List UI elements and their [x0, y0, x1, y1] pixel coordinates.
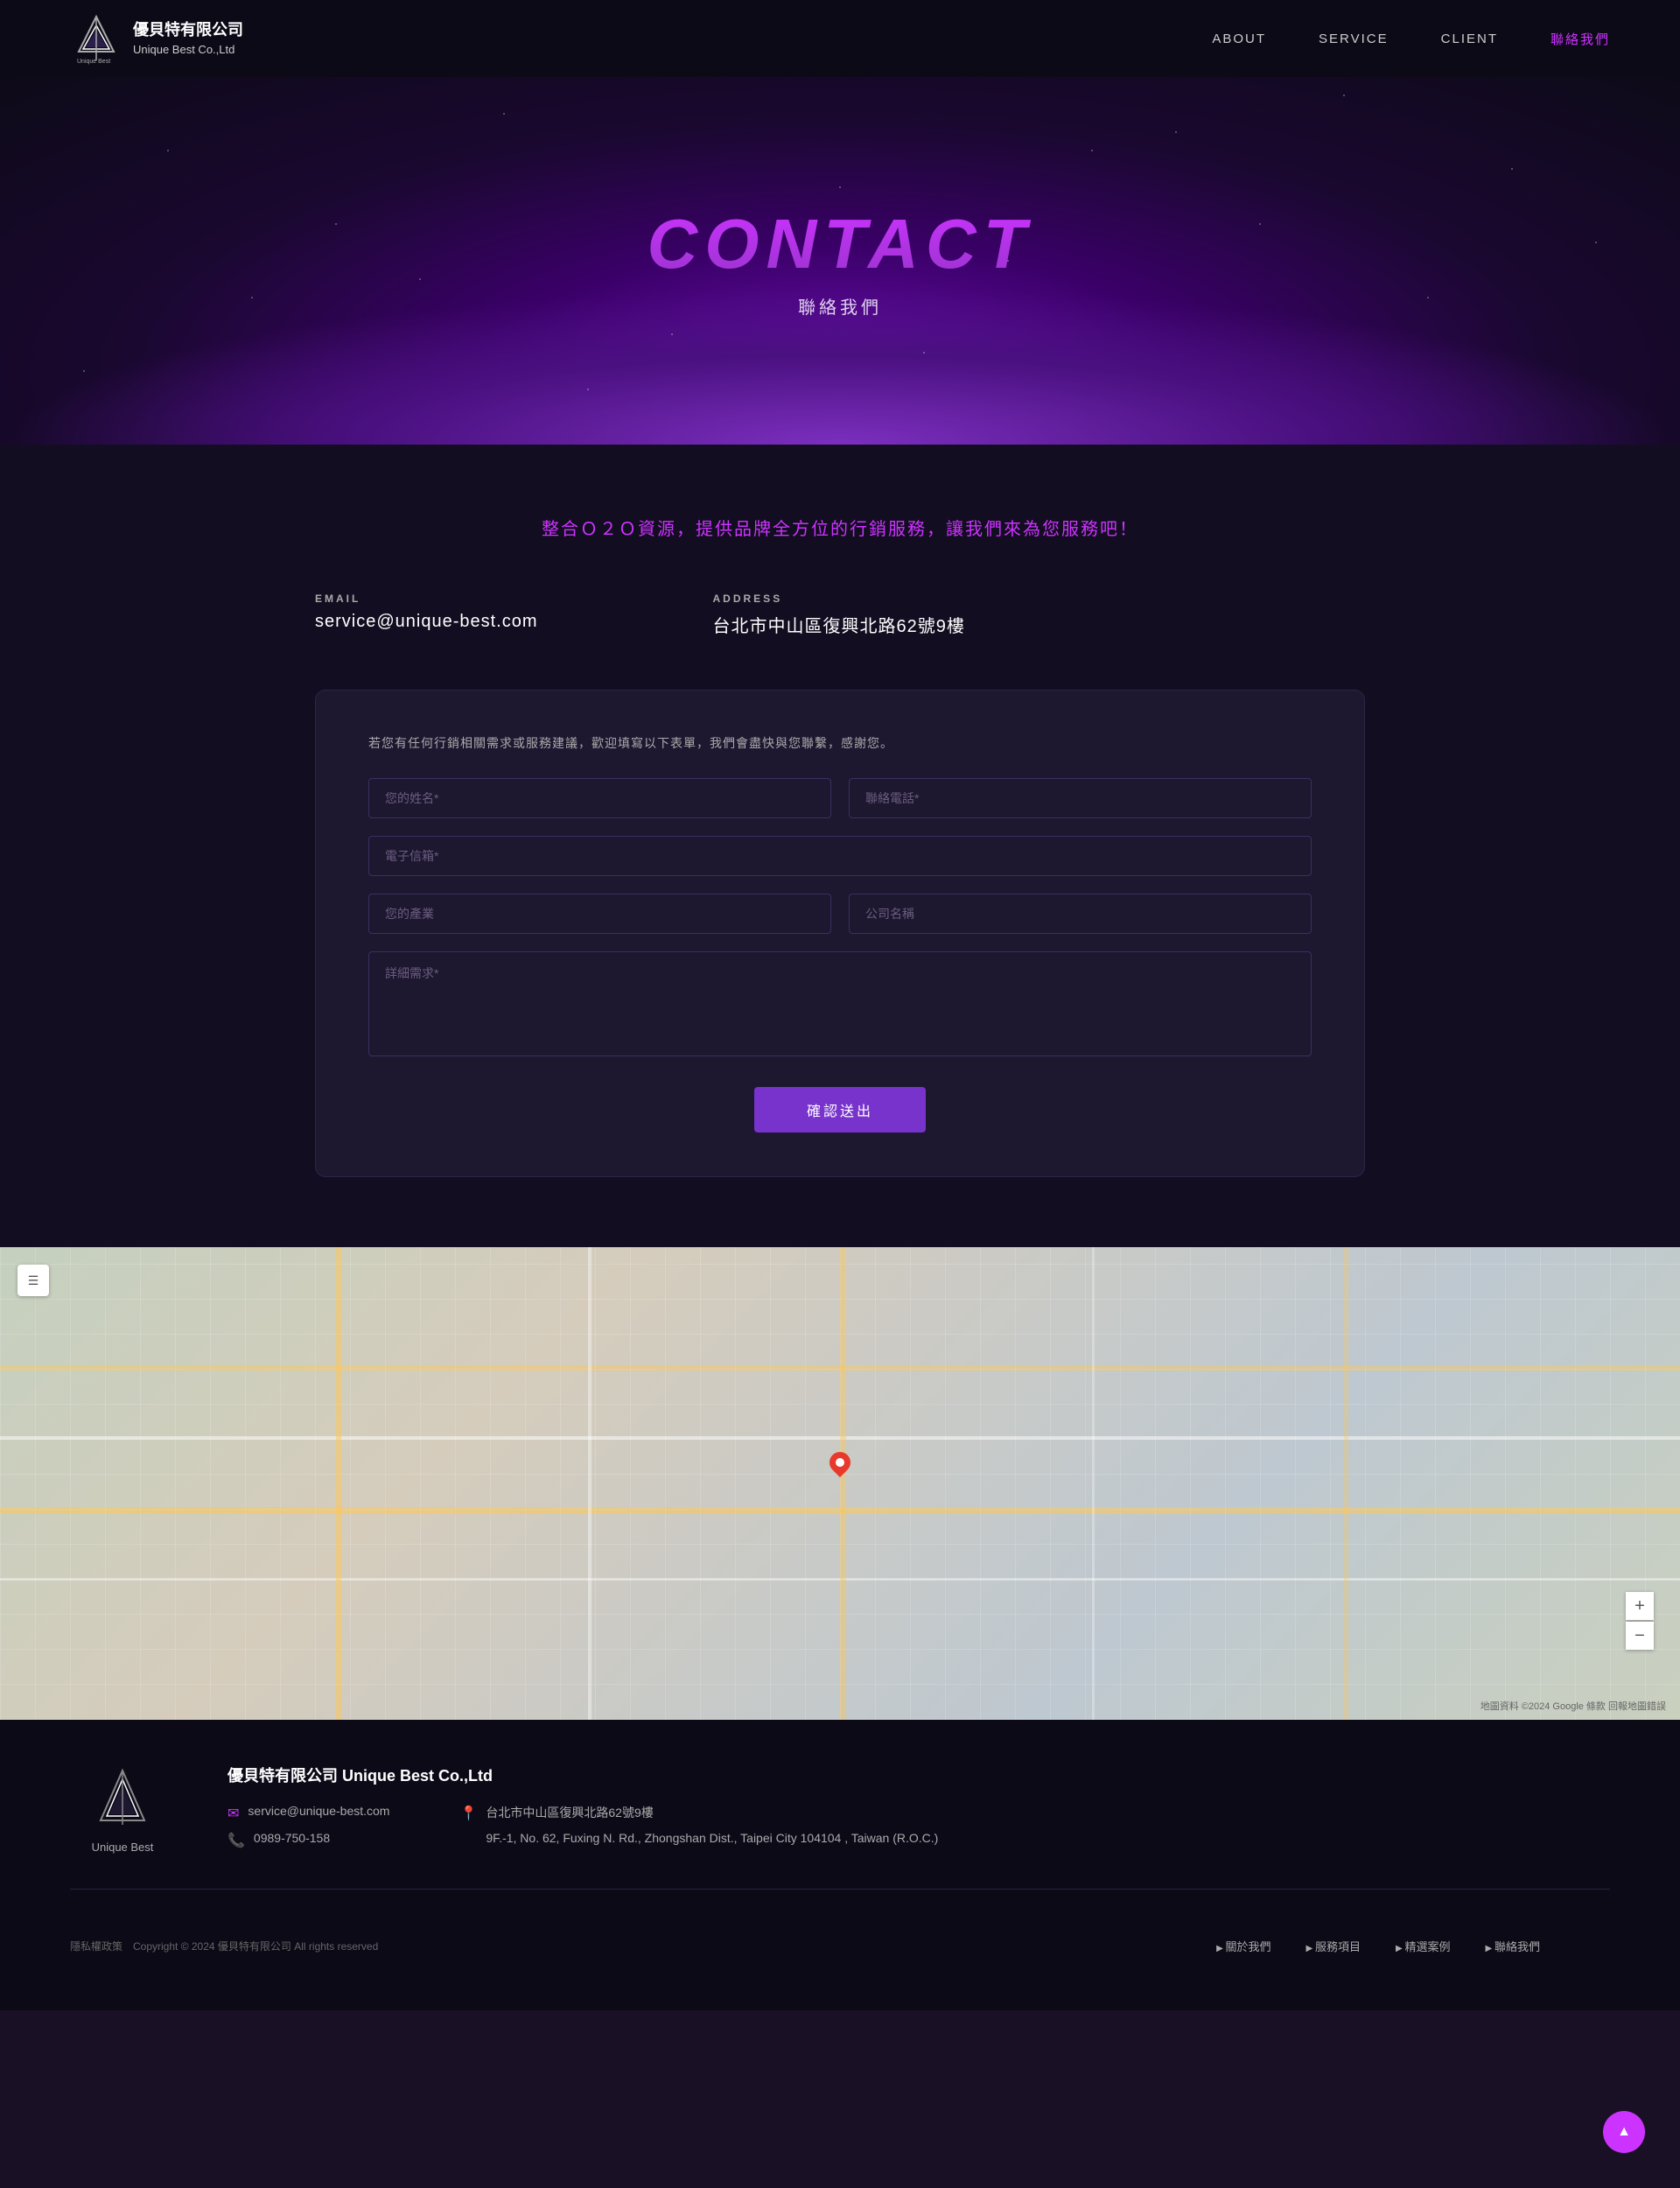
nav-service[interactable]: SERVICE [1319, 32, 1389, 46]
message-textarea[interactable] [368, 951, 1312, 1056]
footer-divider [70, 1889, 1610, 1890]
map-marker [827, 1452, 853, 1483]
contact-info: EMAIL service@unique-best.com ADDRESS 台北… [315, 593, 1365, 637]
zoom-in-button[interactable]: + [1626, 1592, 1654, 1620]
address-icon: 📍 [459, 1805, 477, 1822]
footer-address-tw-value: 台北市中山區復興北路62號9樓 [486, 1804, 653, 1821]
phone-icon: 📞 [228, 1832, 245, 1849]
logo-icon: Unique Best [70, 12, 122, 65]
footer-details: ✉ service@unique-best.com 📞 0989-750-158… [228, 1804, 1610, 1849]
email-icon: ✉ [228, 1805, 239, 1822]
submit-button[interactable]: 確認送出 [754, 1087, 926, 1133]
footer-address-en-value: 9F.-1, No. 62, Fuxing N. Rd., Zhongshan … [486, 1831, 938, 1845]
footer-address-tw: 📍 台北市中山區復興北路62號9樓 [459, 1804, 938, 1822]
footer-phone: 📞 0989-750-158 [228, 1831, 389, 1849]
map-zoom-controls: + − [1626, 1592, 1654, 1650]
name-input[interactable] [368, 778, 831, 818]
map-section[interactable]: 地圖資料 ©2024 Google 條款 回報地圖錯誤 + − ☰ [0, 1247, 1680, 1720]
email-value: service@unique-best.com [315, 612, 538, 632]
footer-nav-cases[interactable]: 精選案例 [1396, 1938, 1450, 1954]
email-group [368, 836, 1312, 876]
footer-logo-icon [88, 1764, 158, 1834]
road-v-3 [840, 1247, 846, 1720]
hero-title: CONTACT [647, 204, 1032, 284]
footer-main: Unique Best 優貝特有限公司 Unique Best Co.,Ltd … [70, 1764, 1610, 1854]
address-value: 台北市中山區復興北路62號9樓 [713, 612, 965, 637]
phone-input[interactable] [849, 778, 1312, 818]
map-pin [825, 1448, 855, 1477]
navbar: Unique Best 優貝特有限公司 Unique Best Co.,Ltd … [0, 0, 1680, 77]
form-row-4 [368, 951, 1312, 1061]
footer-col-left: ✉ service@unique-best.com 📞 0989-750-158 [228, 1804, 389, 1849]
road-v-4 [1092, 1247, 1095, 1720]
footer-info: 優貝特有限公司 Unique Best Co.,Ltd ✉ service@un… [228, 1764, 1610, 1849]
email-block: EMAIL service@unique-best.com [315, 593, 538, 637]
footer-nav-contact[interactable]: 聯絡我們 [1486, 1938, 1540, 1954]
address-label: ADDRESS [713, 593, 965, 605]
footer-address-en: 📍 9F.-1, No. 62, Fuxing N. Rd., Zhongsha… [459, 1831, 938, 1849]
footer-col-right: 📍 台北市中山區復興北路62號9樓 📍 9F.-1, No. 62, Fuxin… [459, 1804, 938, 1849]
message-group [368, 951, 1312, 1061]
name-group [368, 778, 831, 818]
map-streetview-button[interactable]: ☰ [18, 1265, 49, 1296]
submit-row: 確認送出 [368, 1087, 1312, 1133]
footer-company: 優貝特有限公司 Unique Best Co.,Ltd [228, 1764, 1610, 1786]
footer-phone-value: 0989-750-158 [254, 1831, 330, 1845]
footer-nav-service[interactable]: 服務項目 [1306, 1938, 1361, 1954]
contact-form-card: 若您有任何行銷相關需求或服務建議，歡迎填寫以下表單，我們會盡快與您聯繫，感謝您。 [315, 690, 1365, 1177]
hero-section: CONTACT 聯絡我們 [0, 77, 1680, 445]
nav-about[interactable]: ABOUT [1212, 32, 1266, 46]
form-row-1 [368, 778, 1312, 818]
map-placeholder: 地圖資料 ©2024 Google 條款 回報地圖錯誤 + − ☰ [0, 1247, 1680, 1720]
logo-text: 優貝特有限公司 Unique Best Co.,Ltd [133, 19, 243, 57]
svg-text:Unique Best: Unique Best [77, 59, 110, 65]
form-row-2 [368, 836, 1312, 876]
industry-group [368, 894, 831, 934]
road-v-2 [588, 1247, 592, 1720]
footer-email-value: service@unique-best.com [248, 1804, 389, 1818]
footer-logo-text: Unique Best [92, 1841, 154, 1854]
tagline: 整合Ｏ２Ｏ資源，提供品牌全方位的行銷服務，讓我們來為您服務吧！ [315, 515, 1365, 540]
phone-group [849, 778, 1312, 818]
road-v-1 [336, 1247, 341, 1720]
nav-links: ABOUT SERVICE CLIENT 聯絡我們 [1212, 30, 1610, 48]
company-input[interactable] [849, 894, 1312, 934]
content-section: 整合Ｏ２Ｏ資源，提供品牌全方位的行銷服務，讓我們來為您服務吧！ EMAIL se… [0, 445, 1680, 1247]
scroll-top-button[interactable] [1603, 2111, 1645, 2153]
road-v-5 [1344, 1247, 1348, 1720]
footer: Unique Best 優貝特有限公司 Unique Best Co.,Ltd … [0, 1720, 1680, 2010]
footer-email: ✉ service@unique-best.com [228, 1804, 389, 1822]
map-copyright: 地圖資料 ©2024 Google 條款 回報地圖錯誤 [1480, 1699, 1666, 1713]
footer-copyright: 隱私權政策 Copyright © 2024 優貝特有限公司 All right… [70, 1939, 378, 1953]
email-label: EMAIL [315, 593, 538, 605]
hero-subtitle: 聯絡我們 [798, 293, 882, 319]
zoom-out-button[interactable]: − [1626, 1622, 1654, 1650]
footer-bottom: 隱私權政策 Copyright © 2024 優貝特有限公司 All right… [70, 1907, 1610, 1984]
logo[interactable]: Unique Best 優貝特有限公司 Unique Best Co.,Ltd [70, 12, 243, 65]
address-block: ADDRESS 台北市中山區復興北路62號9樓 [713, 593, 965, 637]
footer-nav: 關於我們 服務項目 精選案例 聯絡我們 [1146, 1907, 1610, 1984]
industry-input[interactable] [368, 894, 831, 934]
email-input[interactable] [368, 836, 1312, 876]
form-hint: 若您有任何行銷相關需求或服務建議，歡迎填寫以下表單，我們會盡快與您聯繫，感謝您。 [368, 734, 1312, 752]
footer-logo: Unique Best [70, 1764, 175, 1854]
nav-client[interactable]: CLIENT [1441, 32, 1498, 46]
company-group [849, 894, 1312, 934]
form-row-3 [368, 894, 1312, 934]
footer-nav-about[interactable]: 關於我們 [1216, 1938, 1270, 1954]
nav-contact[interactable]: 聯絡我們 [1550, 30, 1610, 48]
